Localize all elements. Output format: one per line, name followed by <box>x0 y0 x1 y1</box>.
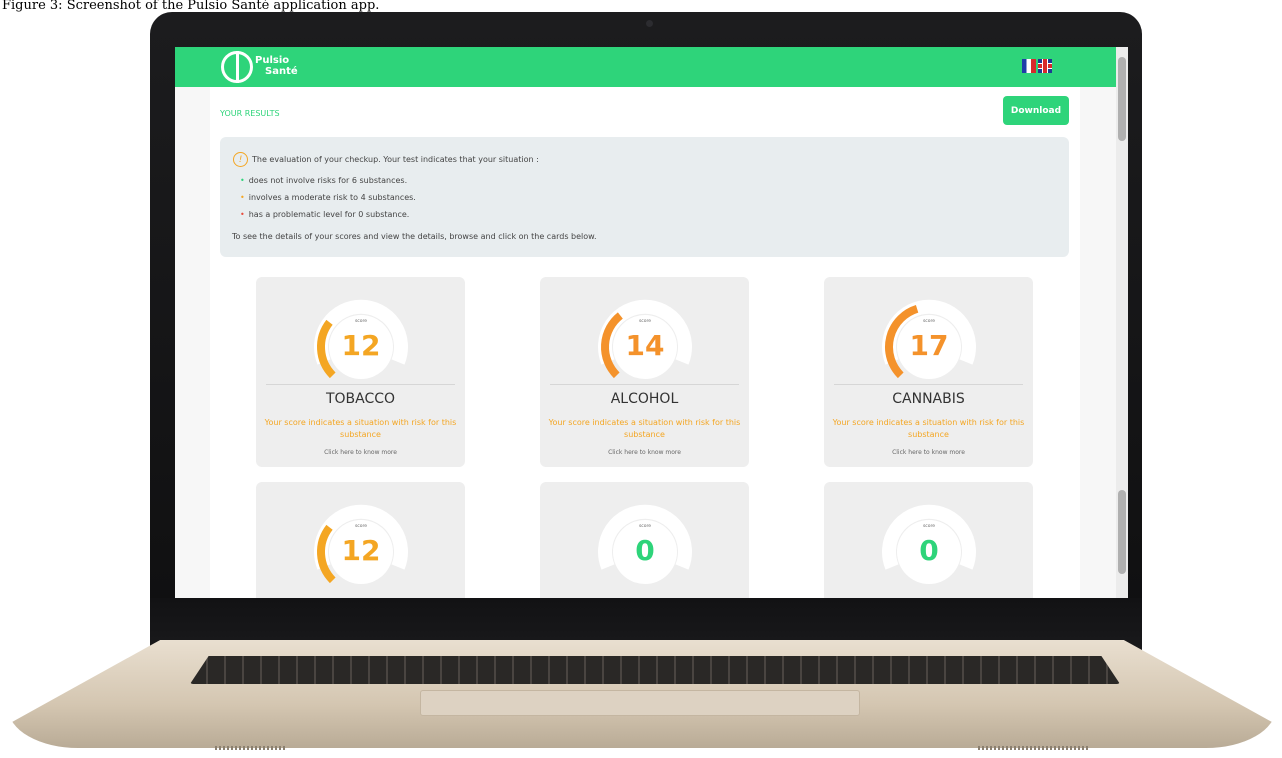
card-divider <box>834 384 1023 385</box>
score-gauge <box>314 504 408 584</box>
webcam-icon <box>646 20 653 27</box>
scrollbar-thumb-lower[interactable] <box>1118 490 1126 574</box>
summary-item: • involves a moderate risk to 4 substance… <box>240 193 416 202</box>
summary-item: • does not involve risks for 6 substances… <box>240 176 408 185</box>
score-gauge <box>882 299 976 379</box>
substance-card[interactable]: score 12 <box>256 482 465 598</box>
scrollbar-thumb[interactable] <box>1118 57 1126 141</box>
score-gauge <box>882 504 976 584</box>
risk-message: Your score indicates a situation with ri… <box>548 418 741 439</box>
card-divider <box>266 384 455 385</box>
vent-right <box>978 746 1088 750</box>
warning-icon: ! <box>233 152 248 167</box>
substance-card[interactable]: score 12 TOBACCO Your score indicates a … <box>256 277 465 467</box>
summary-intro: The evaluation of your checkup. Your tes… <box>252 155 539 164</box>
logo-line-1: Pulsio <box>255 55 290 66</box>
substance-name: ALCOHOL <box>610 391 679 407</box>
substance-card[interactable]: score 14 ALCOHOL Your score indicates a … <box>540 277 749 467</box>
page-title: YOUR RESULTS <box>220 109 280 118</box>
know-more-link[interactable]: Click here to know more <box>540 449 749 456</box>
vertical-scrollbar[interactable] <box>1116 47 1128 598</box>
touchpad <box>420 690 860 716</box>
summary-item: • has a problematic level for 0 substance… <box>240 210 410 219</box>
results-page: YOUR RESULTS Download ! The evaluation o… <box>210 87 1080 598</box>
keyboard <box>190 656 1120 684</box>
card-divider <box>550 384 739 385</box>
substance-name: CANNABIS <box>892 391 965 407</box>
french-flag-icon[interactable] <box>1022 59 1036 73</box>
app-screen: Pulsio Santé YOUR RESULTS Download ! The… <box>175 47 1128 598</box>
score-gauge <box>598 299 692 379</box>
evaluation-summary: ! The evaluation of your checkup. Your t… <box>220 137 1069 257</box>
pulsio-logo-icon[interactable] <box>221 51 253 83</box>
risk-message: Your score indicates a situation with ri… <box>264 418 457 439</box>
score-gauge <box>598 504 692 584</box>
download-button[interactable]: Download <box>1003 96 1069 125</box>
substance-card[interactable]: score 0 <box>824 482 1033 598</box>
score-gauge <box>314 299 408 379</box>
substance-card[interactable]: score 17 CANNABIS Your score indicates a… <box>824 277 1033 467</box>
top-navbar: Pulsio Santé <box>175 47 1128 87</box>
know-more-link[interactable]: Click here to know more <box>824 449 1033 456</box>
logo-line-2: Santé <box>265 66 298 77</box>
substance-card[interactable]: score 0 <box>540 482 749 598</box>
substance-name: TOBACCO <box>325 391 396 407</box>
vent-left <box>215 746 285 750</box>
know-more-link[interactable]: Click here to know more <box>256 449 465 456</box>
risk-message: Your score indicates a situation with ri… <box>832 418 1025 439</box>
app-logo[interactable]: Pulsio Santé <box>255 55 298 77</box>
summary-footer: To see the details of your scores and vi… <box>232 232 597 241</box>
uk-flag-icon[interactable] <box>1038 59 1052 73</box>
